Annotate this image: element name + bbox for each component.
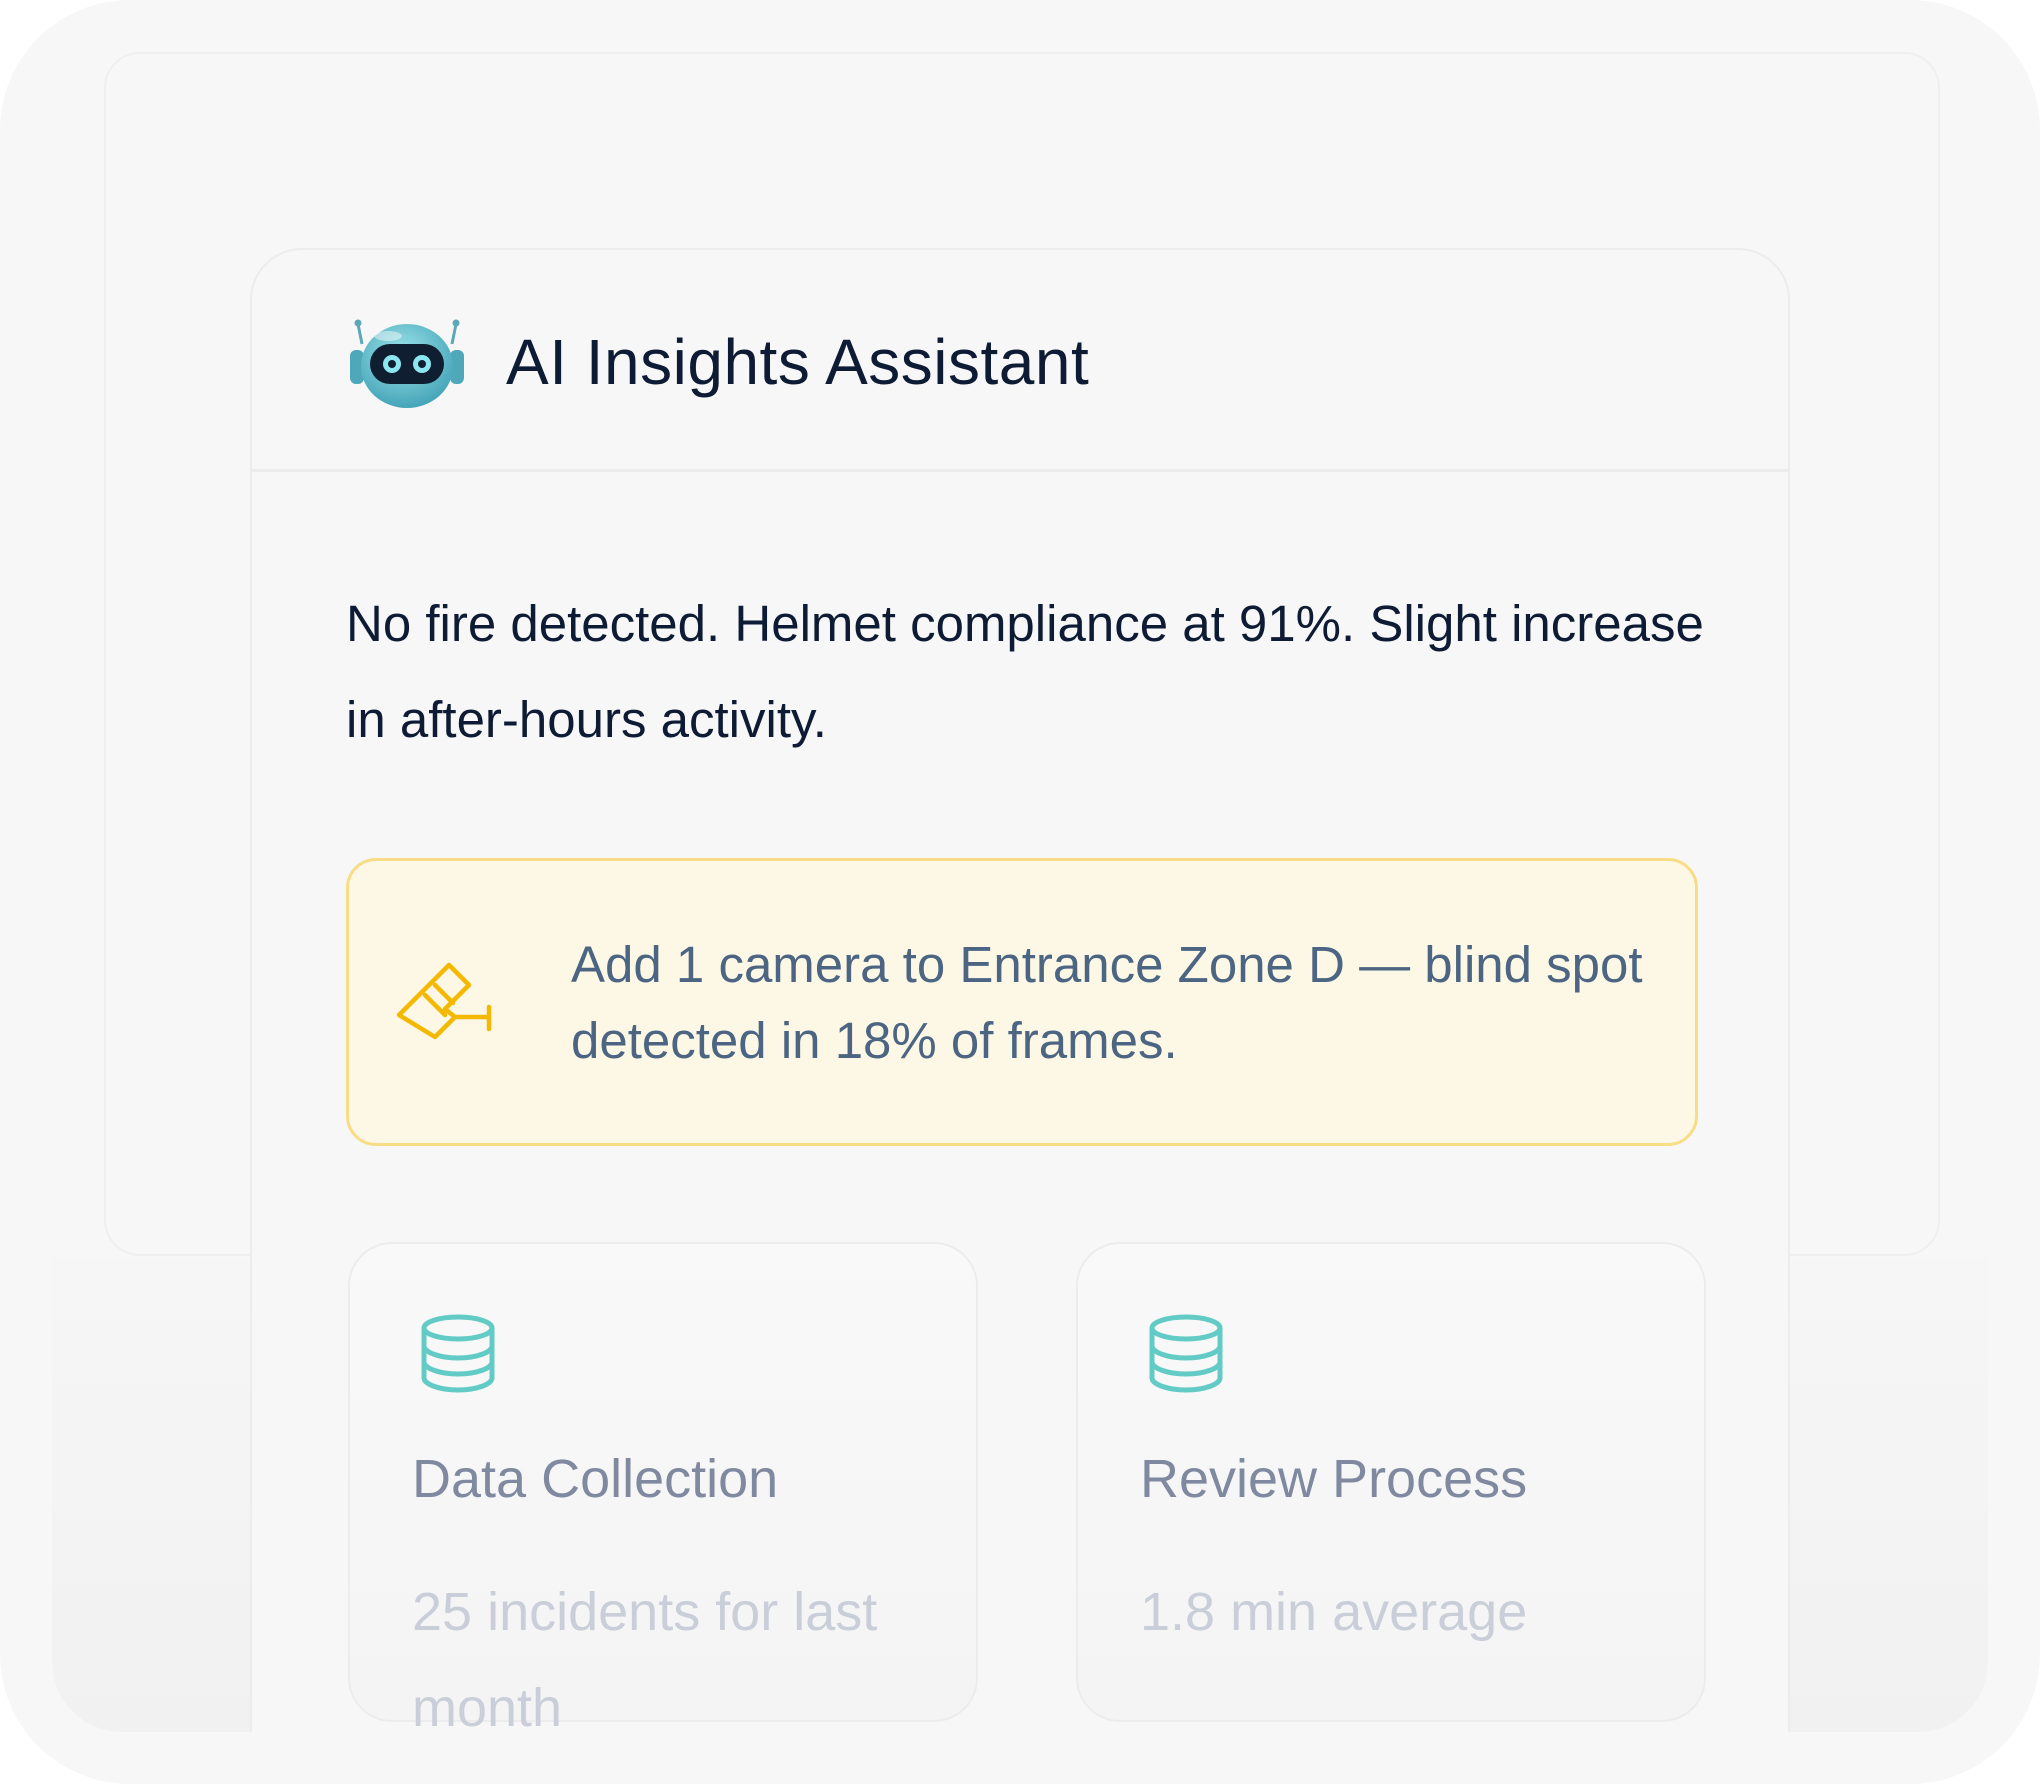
stat-description: 25 incidents for last month <box>412 1582 878 1738</box>
insight-summary: No fire detected. Helmet compliance at 9… <box>346 595 1704 748</box>
bottom-edge <box>0 1732 2040 1784</box>
recommendation-alert: Add 1 camera to Entrance Zone D — blind … <box>346 858 1698 1146</box>
database-icon <box>1149 1314 1223 1393</box>
stat-title: Data Collection <box>412 1449 779 1509</box>
stat-card-review-process: Review Process 1.8 min average <box>1076 1242 1706 1722</box>
stat-description: 1.8 min average <box>1140 1582 1528 1642</box>
stat-card-data-collection: Data Collection 25 incidents for last mo… <box>348 1242 978 1738</box>
card-title: AI Insights Assistant <box>506 326 1090 398</box>
app-frame: AI Insights Assistant No fire detected. … <box>0 0 2040 1784</box>
card-header: AI Insights Assistant <box>252 250 1788 472</box>
robot-icon <box>350 319 464 408</box>
stat-title: Review Process <box>1140 1449 1528 1509</box>
ai-insights-card: AI Insights Assistant No fire detected. … <box>250 248 1790 1784</box>
database-icon <box>421 1314 495 1393</box>
alert-message: Add 1 camera to Entrance Zone D — blind … <box>571 936 1643 1069</box>
security-camera-icon <box>396 962 492 1040</box>
